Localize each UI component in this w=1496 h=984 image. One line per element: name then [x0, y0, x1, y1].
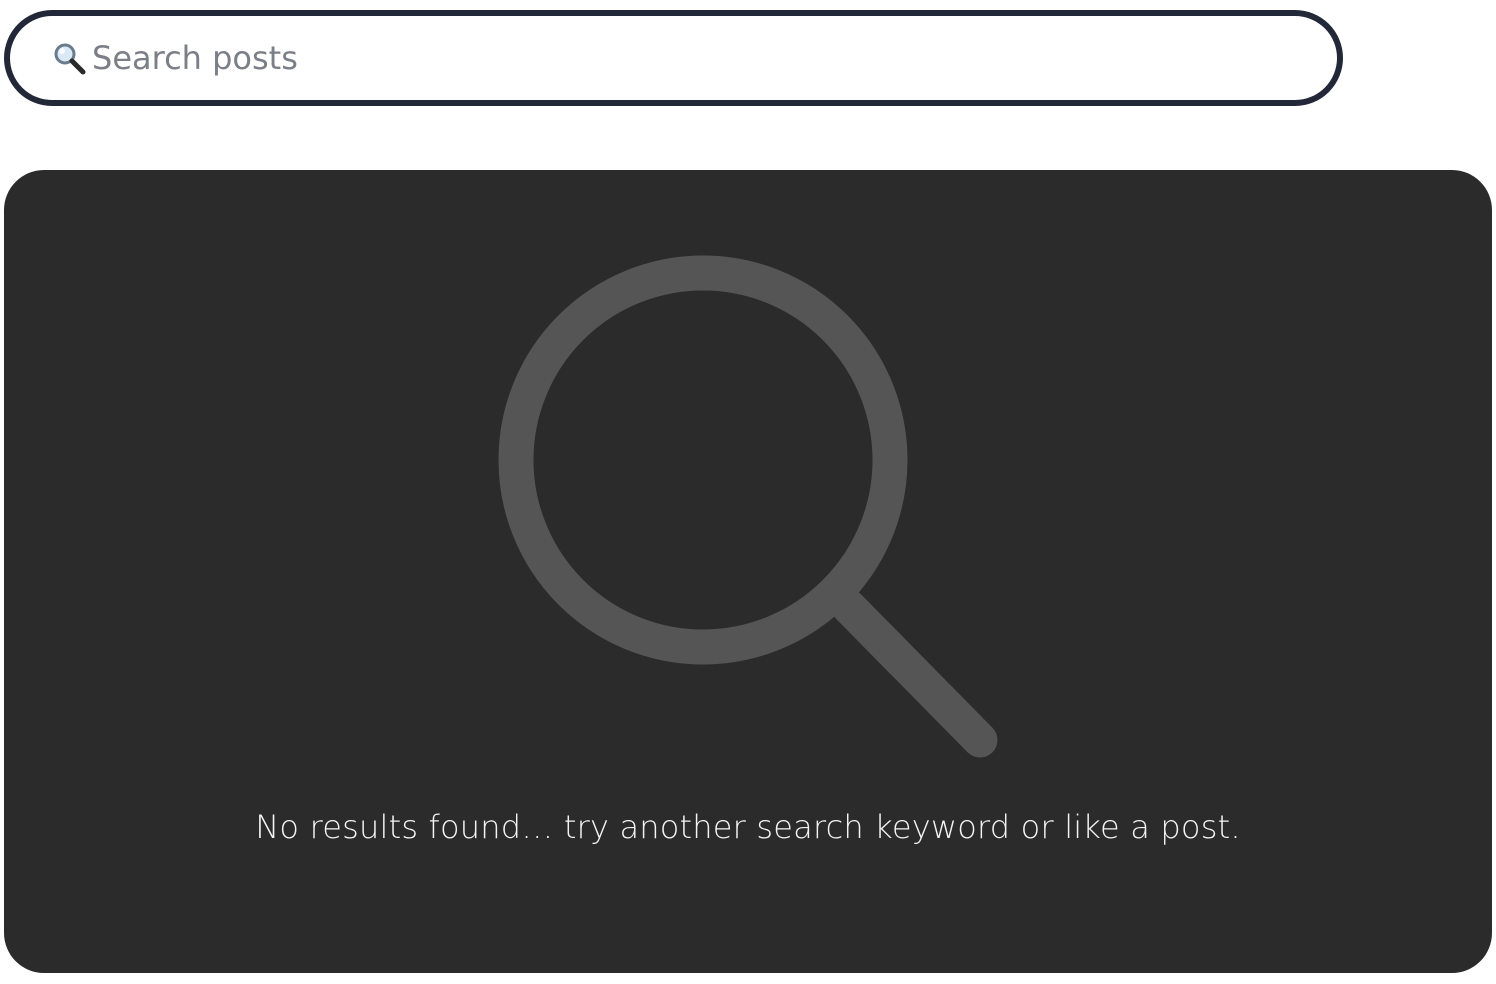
search-bar[interactable] — [4, 10, 1343, 106]
empty-state-message: No results found… try another search key… — [255, 808, 1241, 846]
search-input[interactable] — [92, 28, 1192, 88]
empty-state-search-icon — [498, 255, 998, 758]
empty-results-card: No results found… try another search key… — [4, 170, 1492, 973]
search-icon — [52, 41, 86, 75]
